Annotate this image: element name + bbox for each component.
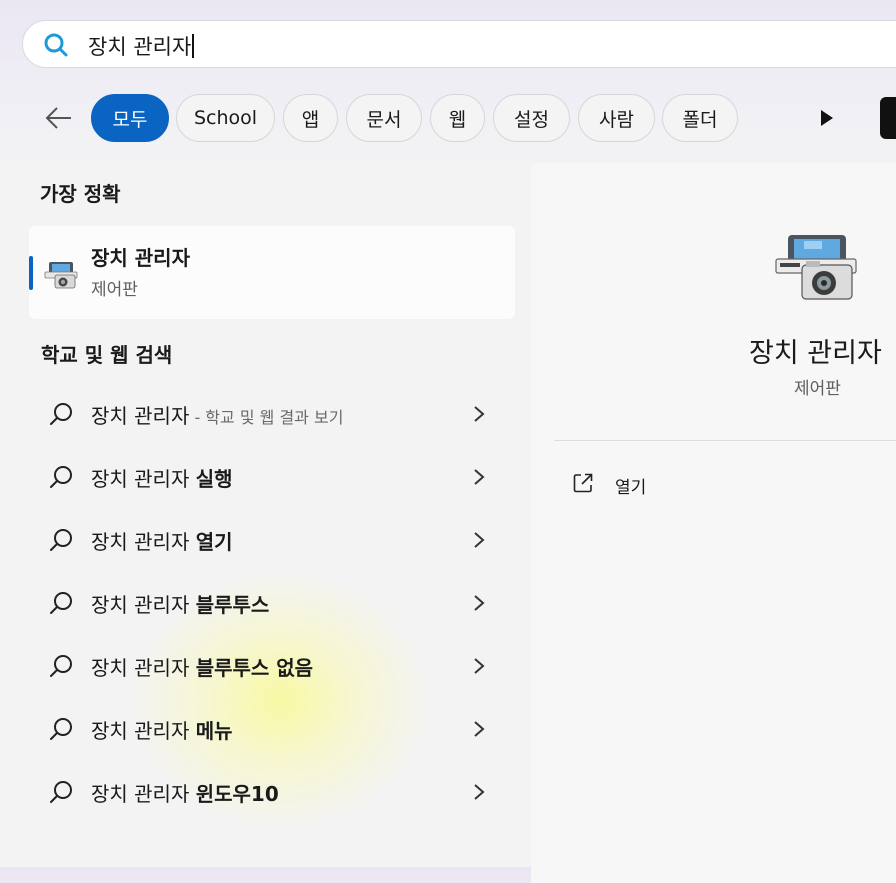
search-icon [50, 718, 72, 740]
web-result-5[interactable]: 장치 관리자 메뉴 [29, 699, 515, 759]
web-result-3[interactable]: 장치 관리자 블루투스 [29, 573, 515, 633]
web-result-6[interactable]: 장치 관리자 윈도우10 [29, 762, 515, 822]
filter-chip-folders[interactable]: 폴더 [662, 94, 738, 142]
search-input[interactable]: 장치 관리자 [88, 31, 195, 61]
filter-chip-apps[interactable]: 앱 [283, 94, 338, 142]
chevron-right-icon [474, 658, 485, 674]
text-caret [192, 34, 195, 58]
device-manager-icon [775, 235, 857, 300]
play-icon[interactable] [818, 108, 836, 128]
search-icon [50, 466, 72, 488]
back-arrow-icon[interactable] [44, 104, 74, 132]
best-match-item[interactable]: 장치 관리자 제어판 [29, 226, 515, 319]
web-result-label: 장치 관리자 메뉴 [91, 719, 233, 743]
web-result-label: 장치 관리자 열기 [91, 530, 233, 554]
web-result-4[interactable]: 장치 관리자 블루투스 없음 [29, 636, 515, 696]
chevron-right-icon [474, 406, 485, 422]
search-icon [50, 781, 72, 803]
search-icon [50, 655, 72, 677]
chevron-right-icon [474, 595, 485, 611]
web-result-label: 장치 관리자 윈도우10 [91, 782, 279, 806]
detail-title: 장치 관리자 [749, 338, 882, 369]
detail-pane: 장치 관리자 제어판 열기 [531, 163, 896, 883]
detail-subtitle: 제어판 [794, 379, 841, 399]
chevron-right-icon [474, 721, 485, 737]
filter-chip-web[interactable]: 웹 [430, 94, 485, 142]
web-search-heading: 학교 및 웹 검색 [41, 343, 173, 367]
filter-chip-settings[interactable]: 설정 [493, 94, 570, 142]
search-icon [44, 33, 68, 57]
search-box[interactable]: 장치 관리자 [22, 20, 896, 68]
device-manager-icon [44, 262, 78, 289]
web-result-2[interactable]: 장치 관리자 열기 [29, 510, 515, 570]
best-match-heading: 가장 정확 [40, 182, 121, 206]
divider [554, 440, 896, 441]
filter-chip-all[interactable]: 모두 [91, 94, 169, 142]
web-result-label: 장치 관리자 블루투스 없음 [91, 656, 314, 680]
web-result-label: 장치 관리자 블루투스 [91, 593, 270, 617]
search-icon [50, 403, 72, 425]
best-match-subtitle: 제어판 [91, 280, 138, 300]
chevron-right-icon [474, 532, 485, 548]
search-icon [50, 529, 72, 551]
account-button[interactable] [880, 97, 896, 139]
filter-chip-clip: 사진 [744, 94, 790, 142]
chevron-right-icon [474, 469, 485, 485]
web-result-1[interactable]: 장치 관리자 실행 [29, 447, 515, 507]
chevron-right-icon [474, 784, 485, 800]
web-result-0[interactable]: 장치 관리자 - 학교 및 웹 결과 보기 [29, 384, 515, 444]
open-external-icon[interactable] [572, 472, 594, 494]
open-action-label[interactable]: 열기 [615, 473, 646, 498]
filter-chip-school[interactable]: School [176, 94, 275, 142]
web-result-label: 장치 관리자 - 학교 및 웹 결과 보기 [91, 404, 344, 428]
search-icon [50, 592, 72, 614]
selection-indicator [29, 256, 33, 290]
best-match-title: 장치 관리자 [91, 246, 190, 270]
filter-chip-documents[interactable]: 문서 [346, 94, 422, 142]
web-result-label: 장치 관리자 실행 [91, 467, 233, 491]
filter-chip-people[interactable]: 사람 [578, 94, 655, 142]
